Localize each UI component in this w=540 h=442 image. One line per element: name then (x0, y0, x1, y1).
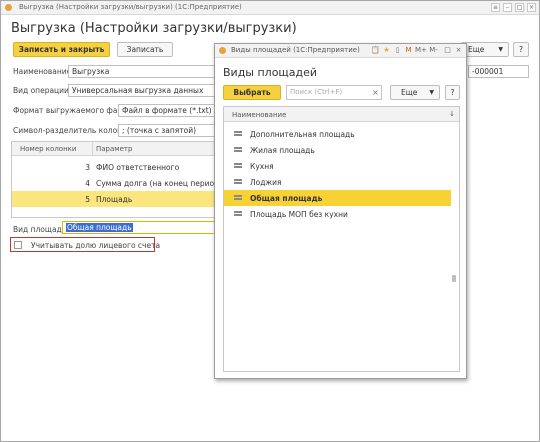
clipboard-icon[interactable]: 📋 (371, 46, 380, 55)
row-number: 5 (85, 195, 90, 204)
name-label: Наименование: (13, 67, 74, 76)
area-type-field[interactable]: Общая площадь (62, 221, 218, 234)
dialog-help-button[interactable]: ? (445, 85, 460, 100)
close-icon[interactable]: × (527, 3, 536, 12)
code-field[interactable]: -000001 (468, 65, 529, 78)
separator-label: Символ-разделитель колонок: (13, 126, 134, 135)
memory-plus-icon[interactable]: M+ (415, 46, 427, 55)
close-icon[interactable]: × (454, 46, 463, 55)
list-item[interactable]: Дополнительная площадь (224, 126, 451, 142)
list-item[interactable]: Жилая площадь (224, 142, 451, 158)
memory-minus-icon[interactable]: M- (428, 46, 439, 55)
dialog-app-logo-icon (219, 47, 226, 54)
area-types-list: Наименование ↓ Дополнительная площадь Жи… (223, 106, 460, 372)
list-item-label: Общая площадь (250, 194, 323, 203)
dialog-more-button[interactable]: Еще ▼ (390, 85, 440, 100)
operation-field[interactable]: Универсальная выгрузка данных (68, 84, 218, 97)
list-item-label: Лоджия (250, 178, 282, 187)
favorite-star-icon[interactable]: ★ (382, 46, 391, 55)
table-row-selected[interactable]: 5 Площадь (12, 191, 215, 207)
catalog-item-icon (234, 195, 242, 200)
list-item-label: Площадь МОП без кухни (250, 210, 348, 219)
catalog-item-icon (234, 179, 242, 184)
list-item-label: Кухня (250, 162, 274, 171)
format-field[interactable]: Файл в формате (*.txt) (118, 104, 218, 117)
row-number: 4 (85, 179, 90, 188)
save-button[interactable]: Записать (117, 42, 173, 57)
row-param: ФИО ответственного (96, 163, 180, 172)
dialog-titlebar: Виды площадей (1С:Предприятие) 📋 ★ ▯ M M… (215, 44, 466, 58)
format-label: Формат выгружаемого файла: (13, 106, 135, 115)
search-input[interactable]: Поиск (Ctrl+F) (286, 85, 382, 100)
catalog-item-icon (234, 163, 242, 168)
maximize-icon[interactable]: □ (443, 46, 452, 55)
page-title: Выгрузка (Настройки загрузки/выгрузки) (11, 21, 297, 36)
account-share-label[interactable]: Учитывать долю лицевого счета (31, 241, 160, 250)
table-header: Номер колонки Параметр (12, 142, 215, 156)
list-item-label: Дополнительная площадь (250, 130, 355, 139)
dialog-window-title: Виды площадей (1С:Предприятие) (231, 46, 360, 54)
account-share-checkbox[interactable] (14, 241, 22, 249)
page-icon[interactable]: ▯ (393, 46, 402, 55)
name-field[interactable]: Выгрузка (68, 65, 218, 78)
list-item[interactable]: Лоджия (224, 174, 451, 190)
menu-icon[interactable]: ≡ (491, 3, 500, 12)
chevron-down-icon: ▼ (429, 89, 434, 96)
list-item[interactable]: Кухня (224, 158, 451, 174)
columns-table: Номер колонки Параметр 3 ФИО ответственн… (11, 141, 216, 218)
col-param-header[interactable]: Параметр (96, 145, 132, 153)
search-clear-icon[interactable]: × (372, 88, 379, 97)
area-types-dialog: Виды площадей (1С:Предприятие) 📋 ★ ▯ M M… (214, 43, 467, 379)
sort-arrow-icon: ↓ (449, 110, 455, 118)
catalog-item-icon (234, 147, 242, 152)
row-number: 3 (85, 163, 90, 172)
select-button[interactable]: Выбрать (223, 85, 281, 100)
main-window-title: Выгрузка (Настройки загрузки/выгрузки) (… (19, 3, 242, 11)
list-item-label: Жилая площадь (250, 146, 315, 155)
catalog-item-icon (234, 211, 242, 216)
memory-icon[interactable]: M (404, 46, 413, 55)
table-row[interactable]: 4 Сумма долга (на конец периода) (12, 175, 216, 191)
list-header[interactable]: Наименование ↓ (224, 107, 459, 122)
separator-field[interactable]: ; (точка с запятой) (118, 124, 218, 137)
main-help-button[interactable]: ? (513, 42, 529, 57)
table-row[interactable]: 3 ФИО ответственного (12, 159, 215, 175)
name-column-header: Наименование (232, 111, 287, 119)
main-titlebar: Выгрузка (Настройки загрузки/выгрузки) (… (1, 1, 539, 15)
area-type-label: Вид площади: (13, 225, 70, 234)
col-number-header[interactable]: Номер колонки (20, 145, 76, 153)
list-item[interactable]: Площадь МОП без кухни (224, 206, 451, 222)
row-param: Площадь (96, 195, 133, 204)
catalog-item-icon (234, 131, 242, 136)
list-scrollbar[interactable] (452, 275, 456, 282)
chevron-down-icon: ▼ (498, 46, 503, 53)
operation-label: Вид операции: (13, 86, 72, 95)
app-logo-icon (5, 4, 12, 11)
maximize-icon[interactable]: □ (515, 3, 524, 12)
dialog-more-label: Еще (401, 88, 418, 97)
main-more-button[interactable]: Еще ▼ (461, 42, 509, 57)
dialog-title: Виды площадей (223, 66, 318, 79)
area-type-value: Общая площадь (66, 223, 133, 232)
list-item-selected[interactable]: Общая площадь (224, 190, 451, 206)
save-and-close-button[interactable]: Записать и закрыть (13, 42, 110, 57)
minimize-icon[interactable]: – (503, 3, 512, 12)
row-param: Сумма долга (на конец периода) (96, 179, 216, 188)
main-more-label: Еще (468, 45, 485, 54)
